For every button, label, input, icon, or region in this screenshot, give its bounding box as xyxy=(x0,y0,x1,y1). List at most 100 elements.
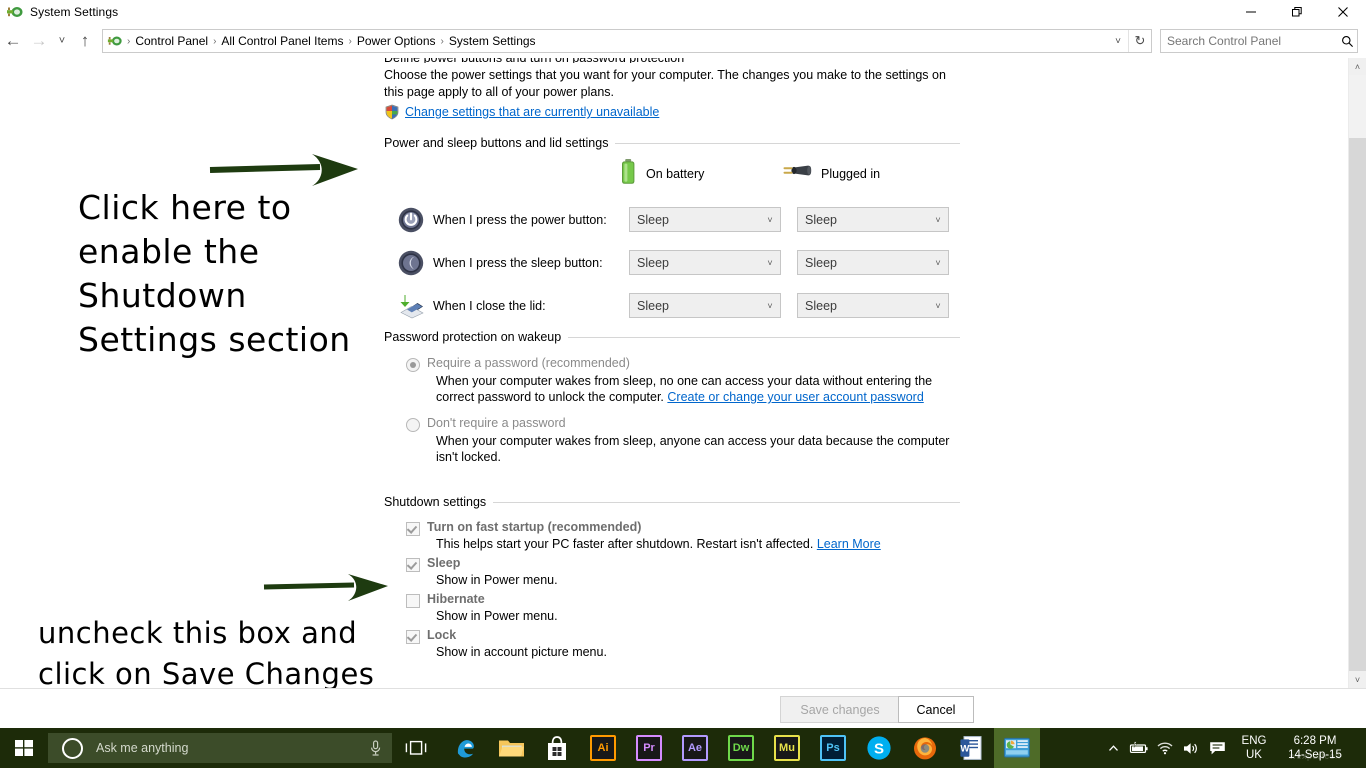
dropdown-power-button-on-battery[interactable]: Sleep ˅ xyxy=(629,207,781,232)
refresh-icon[interactable]: ↻ xyxy=(1128,30,1151,52)
radio-require-password[interactable] xyxy=(406,358,420,372)
sleep-moon-icon xyxy=(398,250,424,276)
speaker-icon[interactable] xyxy=(1178,728,1204,768)
dropdown-sleep-button-on-battery[interactable]: Sleep ˅ xyxy=(629,250,781,275)
scrollbar-track[interactable] xyxy=(1349,75,1366,671)
dropdown-power-button-plugged-in[interactable]: Sleep ˅ xyxy=(797,207,949,232)
adobe-illustrator-label: Ai xyxy=(590,735,616,761)
minimize-button[interactable] xyxy=(1228,0,1274,24)
checkbox-label: Sleep xyxy=(427,556,461,570)
dropdown-close-lid-on-battery[interactable]: Sleep ˅ xyxy=(629,293,781,318)
column-on-battery: On battery xyxy=(620,158,782,189)
group-title-label: Password protection on wakeup xyxy=(384,330,562,344)
taskbar-app-icons: Ai Pr Ae Dw Mu Ps S W xyxy=(442,728,1040,768)
chevron-down-icon: ˅ xyxy=(767,257,773,268)
power-sleep-group-title: Power and sleep buttons and lid settings xyxy=(384,136,960,150)
action-center-icon[interactable] xyxy=(1204,728,1230,768)
scroll-down-icon[interactable]: ˅ xyxy=(1349,671,1366,688)
breadcrumb-control-panel[interactable]: Control Panel xyxy=(131,34,212,48)
breadcrumb-all-control-panel-items[interactable]: All Control Panel Items xyxy=(217,34,347,48)
checkbox-description-fast-startup: This helps start your PC faster after sh… xyxy=(436,537,966,551)
adobe-illustrator-icon[interactable]: Ai xyxy=(580,728,626,768)
cancel-button[interactable]: Cancel xyxy=(898,696,974,723)
edge-icon[interactable] xyxy=(442,728,488,768)
system-tray: ENG UK 6:28 PM 14-Sep-15 wexpertcon xyxy=(1100,728,1366,768)
scroll-up-icon[interactable]: ˄ xyxy=(1349,58,1366,75)
file-explorer-icon[interactable] xyxy=(488,728,534,768)
maximize-restore-button[interactable] xyxy=(1274,0,1320,24)
show-hidden-icons-chevron[interactable] xyxy=(1100,728,1126,768)
back-arrow-icon[interactable]: ← xyxy=(0,28,26,54)
skype-icon[interactable]: S xyxy=(856,728,902,768)
control-panel-taskbar-item[interactable] xyxy=(994,728,1040,768)
radio-no-password[interactable] xyxy=(406,418,420,432)
chevron-down-icon[interactable]: ˅ xyxy=(52,28,72,54)
clock[interactable]: 6:28 PM 14-Sep-15 wexpertcon xyxy=(1276,734,1354,762)
power-setting-rows: When I press the power button: Sleep ˅ S… xyxy=(384,198,960,327)
chevron-down-icon: ˅ xyxy=(767,300,773,311)
annotation-note-1: Click here to enable the Shutdown Settin… xyxy=(78,188,351,359)
checkbox-hibernate[interactable] xyxy=(406,594,420,608)
checkbox-sleep[interactable] xyxy=(406,558,420,572)
annotation-note-2: uncheck this box and click on Save Chang… xyxy=(38,616,375,688)
up-arrow-icon[interactable]: ↑ xyxy=(72,28,98,54)
column-headers: On battery Plugged in xyxy=(620,158,880,189)
row-close-lid: When I close the lid: Sleep ˅ Sleep ˅ xyxy=(384,284,960,327)
breadcrumb-power-options[interactable]: Power Options xyxy=(353,34,440,48)
close-lid-icon xyxy=(398,293,424,319)
close-button[interactable] xyxy=(1320,0,1366,24)
cortana-search-box[interactable]: Ask me anything xyxy=(48,733,392,763)
adobe-muse-label: Mu xyxy=(774,735,800,761)
change-settings-unavailable-link[interactable]: Change settings that are currently unava… xyxy=(405,105,659,119)
create-change-password-link[interactable]: Create or change your user account passw… xyxy=(667,390,923,404)
microsoft-word-icon[interactable]: W xyxy=(948,728,994,768)
scrollbar-thumb[interactable] xyxy=(1349,75,1366,138)
change-settings-link-row[interactable]: Change settings that are currently unava… xyxy=(384,104,659,120)
learn-more-link[interactable]: Learn More xyxy=(817,537,881,551)
address-bar[interactable]: › Control Panel › All Control Panel Item… xyxy=(102,29,1152,53)
cortana-placeholder: Ask me anything xyxy=(96,741,189,755)
battery-icon xyxy=(620,158,637,189)
checkbox-row-fast-startup[interactable]: Turn on fast startup (recommended) xyxy=(406,520,966,536)
checkbox-lock[interactable] xyxy=(406,630,420,644)
language-line-1: ENG xyxy=(1241,735,1267,747)
system-settings-window: System Settings ← → ˅ ↑ › Control Panel … xyxy=(0,0,1366,768)
option-no-password[interactable]: Don't require a password xyxy=(406,416,966,432)
language-indicator[interactable]: ENG UK xyxy=(1234,734,1274,762)
scrollbar-lower-region[interactable] xyxy=(1349,138,1366,671)
checkbox-row-hibernate[interactable]: Hibernate xyxy=(406,592,966,608)
breadcrumb-system-settings[interactable]: System Settings xyxy=(445,34,540,48)
checkbox-label: Lock xyxy=(427,628,457,642)
task-view-icon[interactable] xyxy=(392,728,440,768)
chevron-down-icon: ˅ xyxy=(767,214,773,225)
microphone-icon[interactable] xyxy=(358,739,392,757)
search-input[interactable]: Search Control Panel xyxy=(1160,29,1358,53)
firefox-icon[interactable] xyxy=(902,728,948,768)
checkbox-row-sleep[interactable]: Sleep xyxy=(406,556,966,572)
shield-icon xyxy=(384,104,400,120)
wifi-icon[interactable] xyxy=(1152,728,1178,768)
adobe-muse-icon[interactable]: Mu xyxy=(764,728,810,768)
checkbox-row-lock[interactable]: Lock xyxy=(406,628,966,644)
adobe-premiere-icon[interactable]: Pr xyxy=(626,728,672,768)
save-changes-button[interactable]: Save changes xyxy=(780,696,900,723)
checkbox-fast-startup[interactable] xyxy=(406,522,420,536)
vertical-scrollbar[interactable]: ˄ ˅ xyxy=(1348,58,1366,688)
dropdown-sleep-button-plugged-in[interactable]: Sleep ˅ xyxy=(797,250,949,275)
windows-start-icon[interactable] xyxy=(0,728,48,768)
group-divider xyxy=(493,501,960,503)
adobe-after-effects-icon[interactable]: Ae xyxy=(672,728,718,768)
show-desktop-button[interactable] xyxy=(1354,728,1362,768)
watermark-text: wexpertcon xyxy=(1289,751,1341,761)
battery-tray-icon[interactable] xyxy=(1126,728,1152,768)
taskbar: Ask me anything Ai Pr Ae Dw Mu Ps S W EN… xyxy=(0,728,1366,768)
dropdown-close-lid-plugged-in[interactable]: Sleep ˅ xyxy=(797,293,949,318)
adobe-dreamweaver-icon[interactable]: Dw xyxy=(718,728,764,768)
address-dropdown-icon[interactable]: ˅ xyxy=(1108,31,1128,51)
search-placeholder: Search Control Panel xyxy=(1167,34,1282,48)
microsoft-store-icon[interactable] xyxy=(534,728,580,768)
adobe-photoshop-icon[interactable]: Ps xyxy=(810,728,856,768)
search-icon[interactable] xyxy=(1337,35,1357,48)
option-require-password[interactable]: Require a password (recommended) xyxy=(406,356,966,372)
adobe-after-effects-label: Ae xyxy=(682,735,708,761)
